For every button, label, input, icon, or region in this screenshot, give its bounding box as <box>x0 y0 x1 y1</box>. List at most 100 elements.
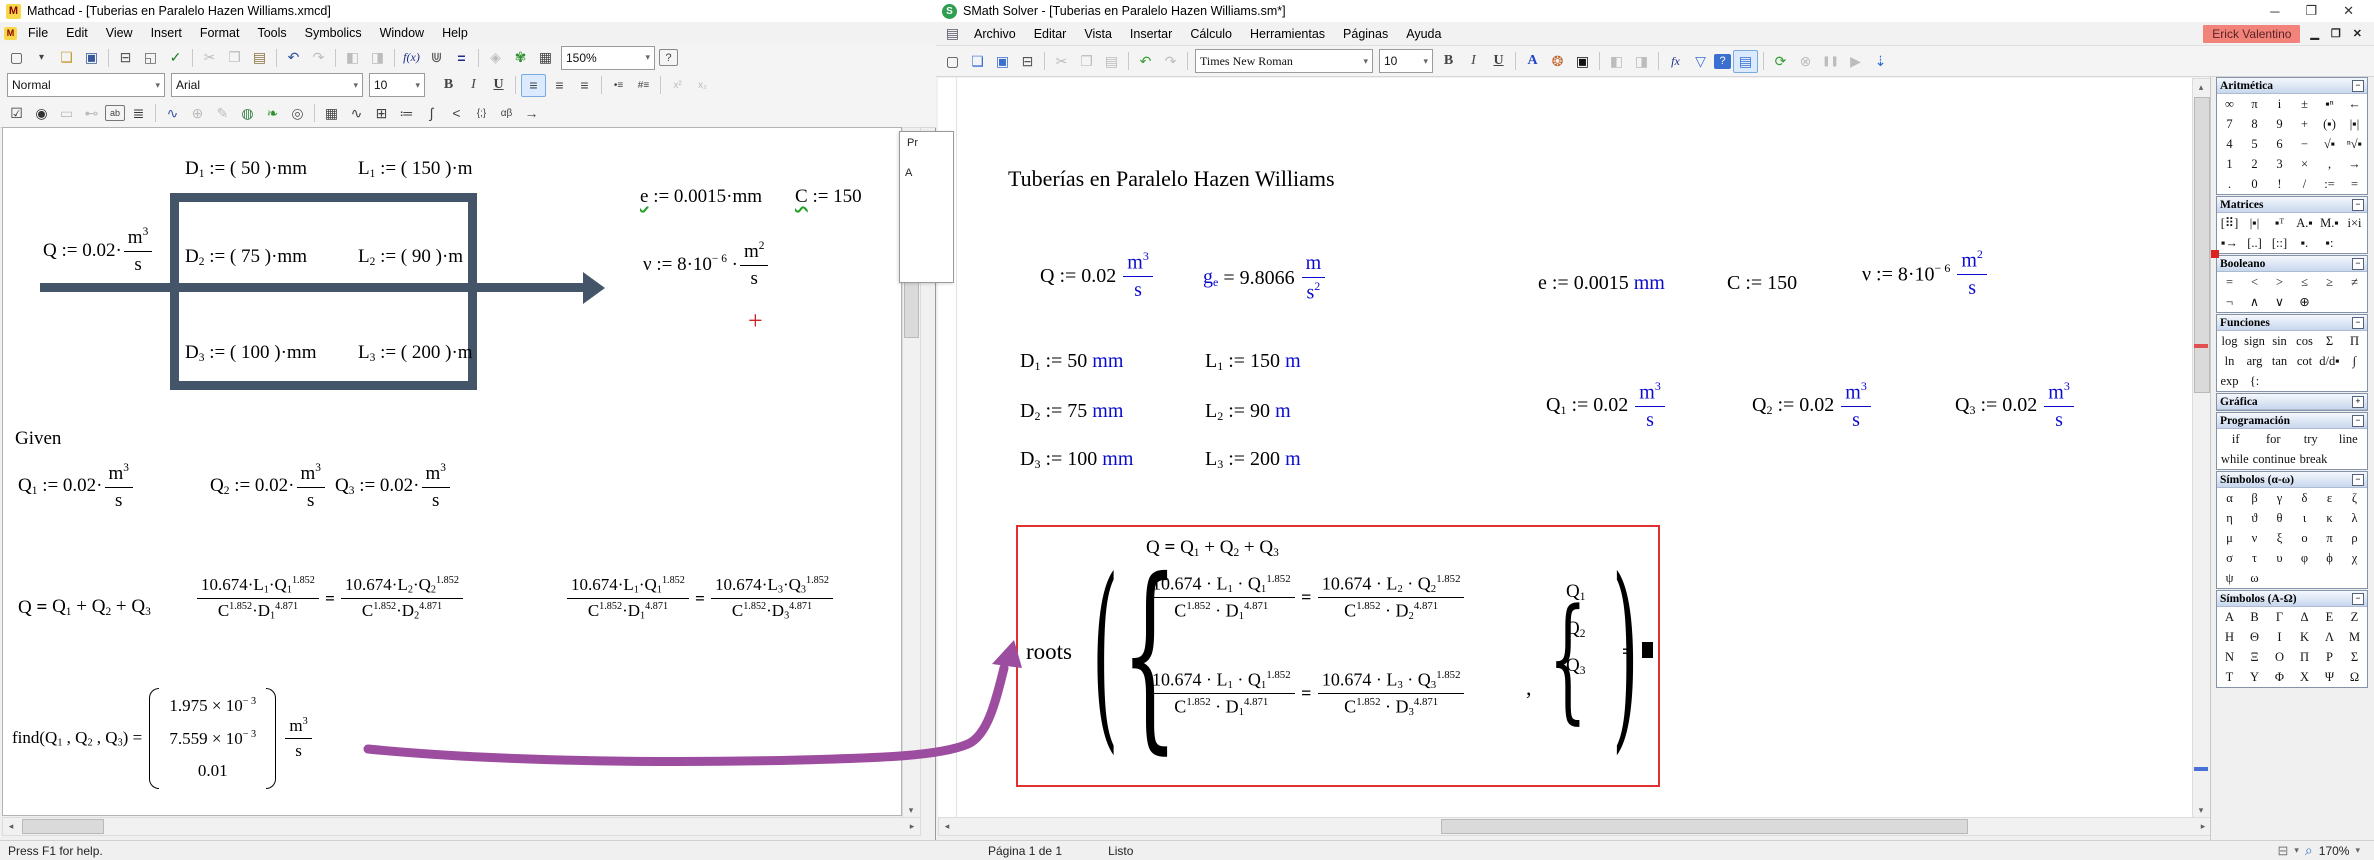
boolean-palette-icon[interactable]: < <box>445 103 468 124</box>
menu-item-vista[interactable]: Vista <box>1075 25 1121 43</box>
palette-button[interactable]: Κ <box>2292 627 2317 647</box>
def-Q1[interactable]: Q1 := 0.02·m3s <box>18 462 135 512</box>
palette-button[interactable]: > <box>2267 272 2292 292</box>
child-restore-icon[interactable]: ❐ <box>2331 27 2341 40</box>
palette-button[interactable]: ρ <box>2342 528 2367 548</box>
print-icon[interactable]: ⊟ <box>114 47 137 68</box>
palette-button[interactable]: := <box>2317 174 2342 194</box>
menu-item-help[interactable]: Help <box>433 24 477 42</box>
border-icon[interactable]: ▣ <box>1571 51 1594 72</box>
palette-button[interactable]: γ <box>2267 488 2292 508</box>
def-nu[interactable]: ν := 8·10− 6 m2s <box>1862 248 1989 300</box>
palette-button[interactable]: break <box>2296 449 2332 469</box>
eq-hazen-williams-1-2[interactable]: 10.674·L1·Q11.852C1.852·D14.871 = 10.674… <box>195 575 465 623</box>
palette-button[interactable]: χ <box>2342 548 2367 568</box>
zoom-combo[interactable]: 150% ▾ <box>561 46 655 70</box>
def-D1[interactable]: D1 := ( 50 )·mm <box>185 158 307 181</box>
expand-icon[interactable]: + <box>2352 396 2364 408</box>
spell-check-icon[interactable]: ✓ <box>164 47 187 68</box>
palette-header[interactable]: Matrices− <box>2217 197 2367 213</box>
palette-button[interactable]: ! <box>2267 174 2292 194</box>
menu-item-view[interactable]: View <box>97 24 142 42</box>
checkbox-control-icon[interactable]: ☑ <box>5 103 28 124</box>
menu-item-tools[interactable]: Tools <box>248 24 295 42</box>
greek-palette-icon[interactable]: αβ <box>495 103 518 124</box>
palette-button[interactable]: Π <box>2342 331 2367 351</box>
hyperlink-icon[interactable]: ◎ <box>286 103 309 124</box>
function-filter-icon[interactable]: ▽ <box>1689 51 1712 72</box>
palette-button[interactable]: ν <box>2242 528 2267 548</box>
user-account-badge[interactable]: Erick Valentino <box>2203 25 2300 43</box>
palette-button[interactable]: Γ <box>2267 607 2292 627</box>
collapse-icon[interactable]: − <box>2352 80 2364 92</box>
palette-button[interactable]: < <box>2242 272 2267 292</box>
result-placeholder-square[interactable] <box>1642 642 1653 658</box>
palette-header[interactable]: Programación− <box>2217 413 2367 429</box>
palette-button[interactable]: Ω <box>2342 667 2367 687</box>
paste-icon[interactable]: ▤ <box>248 47 271 68</box>
palette-button[interactable]: Η <box>2217 627 2242 647</box>
align-right-icon[interactable]: ≡ <box>573 75 596 96</box>
menu-item-file[interactable]: File <box>19 24 57 42</box>
palette-button[interactable]: − <box>2292 134 2317 154</box>
page-layout-icon[interactable]: ⊟ <box>2277 843 2288 859</box>
scroll-left-icon[interactable]: ◂ <box>3 818 19 834</box>
palette-button[interactable]: Σ <box>2317 331 2342 351</box>
calculus-palette-icon[interactable]: ∫ <box>420 103 443 124</box>
doc-title[interactable]: Tuberías en Paralelo Hazen Williams <box>1008 166 1335 191</box>
palette-button[interactable]: 0 <box>2242 174 2267 194</box>
palette-button[interactable]: + <box>2292 114 2317 134</box>
palette-button[interactable]: δ <box>2292 488 2317 508</box>
smath-horizontal-scrollbar[interactable]: ◂ ▸ <box>938 817 2212 836</box>
radio-control-icon[interactable]: ◉ <box>30 103 53 124</box>
palette-button[interactable]: ▪ⁿ <box>2317 94 2342 114</box>
palette-button[interactable]: ζ <box>2342 488 2367 508</box>
def-L3[interactable]: L3 := ( 200 )·m <box>358 342 473 365</box>
palette-button[interactable]: θ <box>2267 508 2292 528</box>
palette-button[interactable]: ∞ <box>2217 94 2242 114</box>
new-dropdown-icon[interactable]: ▾ <box>30 47 53 68</box>
palette-button[interactable]: ι <box>2292 508 2317 528</box>
palette-button[interactable]: π <box>2242 94 2267 114</box>
palette-button[interactable]: Χ <box>2292 667 2317 687</box>
palette-button[interactable]: ϑ <box>2242 508 2267 528</box>
minimize-icon[interactable]: ─ <box>2270 4 2279 19</box>
menu-item-edit[interactable]: Edit <box>57 24 97 42</box>
web-resource-icon[interactable]: ◍ <box>236 103 259 124</box>
def-Q[interactable]: Q := 0.02·m3s <box>43 226 154 276</box>
def-D3[interactable]: D3 := ( 100 )·mm <box>185 342 316 365</box>
scroll-right-icon[interactable]: ▸ <box>904 818 920 834</box>
textbox-control-icon[interactable]: ab <box>105 105 125 121</box>
palette-button[interactable]: i <box>2267 94 2292 114</box>
collapse-icon[interactable]: − <box>2352 593 2364 605</box>
menu-item-ayuda[interactable]: Ayuda <box>1397 25 1450 43</box>
xy-plot-icon[interactable]: ∿ <box>161 103 184 124</box>
palette-button[interactable]: ∨ <box>2267 292 2292 312</box>
palette-header[interactable]: Gráfica+ <box>2217 394 2367 410</box>
palette-button[interactable]: 6 <box>2267 134 2292 154</box>
palette-button[interactable]: Π <box>2292 647 2317 667</box>
palette-button[interactable]: / <box>2292 174 2317 194</box>
palette-button[interactable]: → <box>2342 154 2367 174</box>
palette-button[interactable]: α <box>2217 488 2242 508</box>
palette-button[interactable]: Σ <box>2342 647 2367 667</box>
roots-solve-block[interactable]: roots ( { Q = Q1 + Q2 + Q3 10.674 · L1 ·… <box>1016 525 1660 787</box>
palette-button[interactable]: τ <box>2242 548 2267 568</box>
help-icon[interactable]: ? <box>659 49 678 66</box>
programming-palette-icon[interactable]: {;} <box>470 103 493 124</box>
palette-header[interactable]: Símbolos (Α-Ω)− <box>2217 591 2367 607</box>
palette-button[interactable]: while <box>2217 449 2253 469</box>
palette-button[interactable]: μ <box>2217 528 2242 548</box>
collapse-icon[interactable]: − <box>2352 258 2364 270</box>
style-combo[interactable]: Normal ▾ <box>7 73 165 97</box>
font-combo[interactable]: Times New Roman ▾ <box>1195 49 1373 73</box>
save-icon[interactable]: ▣ <box>991 51 1014 72</box>
italic-icon[interactable]: I <box>1462 51 1485 72</box>
listbox-control-icon[interactable]: ≣ <box>127 103 150 124</box>
palette-button[interactable]: ω <box>2242 568 2267 588</box>
palette-button[interactable]: Υ <box>2242 667 2267 687</box>
palette-button[interactable]: [::] <box>2267 233 2292 253</box>
palette-button[interactable]: φ <box>2292 548 2317 568</box>
undo-icon[interactable]: ↶ <box>1134 51 1157 72</box>
find-result[interactable]: find(Q1 , Q2 , Q3) = 1.975 × 10− 37.559 … <box>12 688 314 789</box>
